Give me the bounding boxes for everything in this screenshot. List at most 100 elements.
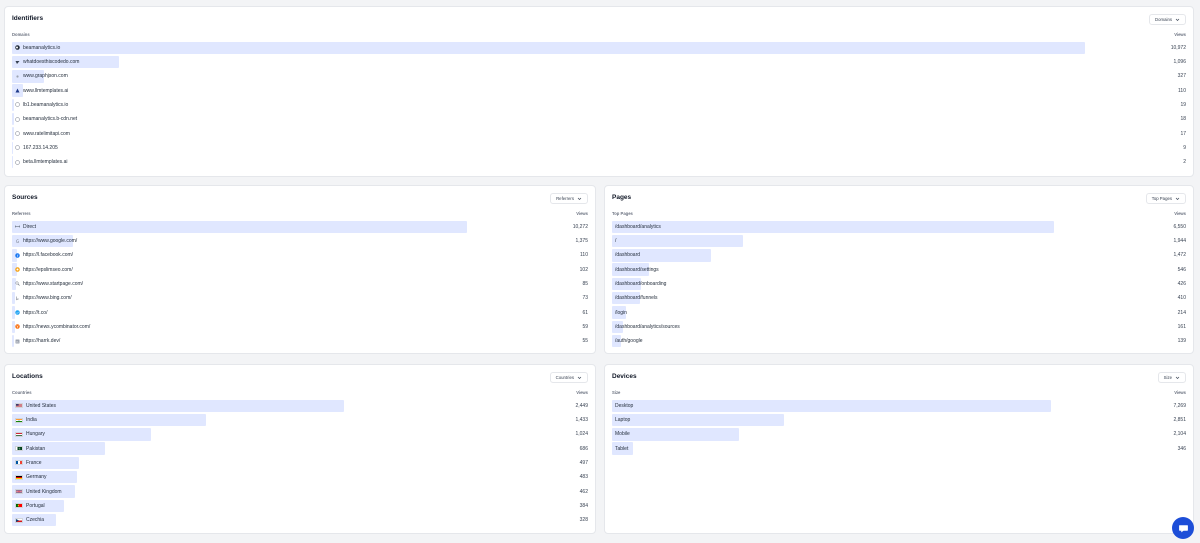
hu-flag-icon (15, 431, 23, 437)
locations-col-countries: Countries (12, 390, 32, 395)
sources-row-label: Direct (23, 223, 37, 230)
locations-row[interactable]: Germany 483 (12, 470, 588, 484)
identifiers-row[interactable]: beamanalytics.b-cdn.net 18 (12, 112, 1186, 126)
pages-row[interactable]: /dashboard/funnels 410 (612, 291, 1186, 305)
devices-dropdown[interactable]: Size (1157, 372, 1186, 383)
locations-row-label-group: France (15, 456, 42, 470)
pages-row[interactable]: /dashboard/analytics/sources 161 (612, 320, 1186, 334)
identifiers-row[interactable]: beamanalytics.io 10,972 (12, 41, 1186, 55)
sources-row-label: https://epslimseo.com/ (23, 266, 73, 273)
pages-row[interactable]: /dashboard 1,472 (612, 249, 1186, 263)
pages-row-label: /auth/google (615, 338, 643, 345)
identifiers-row-label: beta.llmtemplates.ai (23, 159, 68, 166)
sources-row-label-group: https://t.co/ (15, 306, 47, 320)
sources-row-label-group: f https://l.facebook.com/ (15, 249, 73, 263)
chat-button[interactable] (1172, 517, 1194, 539)
pages-row[interactable]: /dashboard/settings 546 (612, 263, 1186, 277)
identifiers-row-label-group: whatdoesthiscodedo.com (15, 55, 79, 69)
identifiers-row-bar (12, 141, 13, 155)
globe-icon (15, 145, 20, 151)
sources-dropdown[interactable]: Referrers (550, 193, 588, 204)
pages-col-top-pages: Top Pages (612, 211, 633, 216)
sources-row-value: 59 (582, 323, 588, 330)
identifiers-row-value: 110 (1178, 87, 1186, 94)
identifiers-dropdown[interactable]: Domains (1149, 14, 1186, 25)
identifiers-row-bar (12, 127, 14, 140)
identifiers-row[interactable]: www.llmtemplates.ai 110 (12, 84, 1186, 98)
locations-row[interactable]: United States 2,449 (12, 399, 588, 413)
locations-row[interactable]: France 497 (12, 456, 588, 470)
devices-row[interactable]: Tablet 346 (612, 442, 1186, 456)
identifiers-row-label: 167.233.14.205 (23, 144, 58, 151)
pages-row[interactable]: / 1,944 (612, 234, 1186, 248)
pages-row-label-group: /dashboard/onboarding (615, 277, 666, 291)
devices-row-label: Tablet (615, 445, 629, 452)
pages-row[interactable]: /dashboard/onboarding 426 (612, 277, 1186, 291)
locations-row-value: 497 (579, 459, 588, 466)
pages-row-value: 546 (1177, 266, 1186, 273)
locations-row[interactable]: Portugal 384 (12, 499, 588, 513)
identifiers-row-value: 9 (1183, 144, 1186, 151)
sources-row[interactable]: https://www.bing.com/73 (12, 291, 588, 305)
locations-row[interactable]: India 1,433 (12, 413, 588, 427)
pages-row-label-group: / (615, 234, 616, 248)
llmtemplates-logo-icon (15, 88, 20, 93)
identifiers-row[interactable]: beta.llmtemplates.ai 2 (12, 155, 1186, 169)
pt-flag-icon (15, 503, 23, 509)
identifiers-row-label: www.ratelimitapi.com (23, 130, 70, 137)
identifiers-row-label: www.graphjson.com (23, 73, 68, 80)
identifiers-row[interactable]: www.graphjson.com 327 (12, 70, 1186, 84)
identifiers-row-label-group: www.llmtemplates.ai (15, 84, 68, 98)
locations-column-header: Countries Views (12, 390, 588, 395)
pages-row[interactable]: /login 214 (612, 306, 1186, 320)
sources-col-views: Views (576, 211, 588, 216)
devices-row[interactable]: Laptop 2,851 (612, 413, 1186, 427)
pages-row[interactable]: /dashboard/analytics 6,550 (612, 220, 1186, 234)
locations-row-label: Germany (26, 474, 47, 481)
locations-row[interactable]: Czechia 328 (12, 513, 588, 527)
sources-row[interactable]: https://www.startpage.com/85 (12, 277, 588, 291)
sources-row-label: https://www.google.com/ (23, 238, 78, 245)
pages-row[interactable]: /auth/google 139 (612, 334, 1186, 348)
devices-row-value: 7,269 (1173, 402, 1186, 409)
beam-logo-icon (15, 45, 20, 50)
startpage-icon (15, 281, 20, 287)
pages-col-views: Views (1174, 211, 1186, 216)
pages-row-label-group: /dashboard/analytics/sources (615, 320, 680, 334)
identifiers-row[interactable]: 167.233.14.205 9 (12, 141, 1186, 155)
sources-row[interactable]: Direct 10,272 (12, 220, 588, 234)
sources-row-label: https://www.startpage.com/ (23, 280, 84, 287)
globe-icon (15, 102, 20, 108)
locations-row[interactable]: United Kingdom 462 (12, 485, 588, 499)
pages-row-bar (612, 220, 1055, 233)
locations-dropdown[interactable]: Countries (549, 372, 588, 383)
identifiers-list: beamanalytics.io 10,972 whatdoesthiscodedo… (12, 41, 1186, 170)
sources-row-label-group: Ghttps://www.google.com/ (15, 234, 77, 248)
locations-row[interactable]: Hungary 1,024 (12, 428, 588, 442)
devices-row[interactable]: Desktop 7,269 (612, 399, 1186, 413)
identifiers-row-value: 10,972 (1170, 44, 1186, 51)
sources-row-label: https://harrk.dev/ (23, 338, 61, 345)
pages-dropdown[interactable]: Top Pages (1145, 193, 1186, 204)
identifiers-row-label: lb1.beamanalytics.io (23, 101, 69, 108)
sources-card: Sources Referrers Referrers Views Direct… (4, 185, 596, 354)
harrk-icon: h (15, 339, 20, 343)
sources-row-value: 85 (582, 280, 588, 287)
locations-row-value: 686 (579, 445, 588, 452)
sources-row[interactable]: https://epslimseo.com/102 (12, 263, 588, 277)
sources-row[interactable]: f https://l.facebook.com/110 (12, 249, 588, 263)
chevron-down-icon (1175, 197, 1180, 200)
sources-row[interactable]: Yhttps://news.ycombinator.com/59 (12, 320, 588, 334)
identifiers-row[interactable]: www.ratelimitapi.com 17 (12, 127, 1186, 141)
devices-row[interactable]: Mobile 2,104 (612, 428, 1186, 442)
sources-row[interactable]: Ghttps://www.google.com/1,375 (12, 234, 588, 248)
identifiers-row[interactable]: lb1.beamanalytics.io 19 (12, 98, 1186, 112)
sources-row[interactable]: https://t.co/61 (12, 306, 588, 320)
sources-row[interactable]: h https://harrk.dev/55 (12, 334, 588, 348)
devices-column-header: Views Size Views (612, 390, 1186, 395)
devices-row-label-group: Mobile (615, 428, 630, 442)
identifiers-row-label-group: www.graphjson.com (15, 70, 68, 84)
identifiers-row[interactable]: whatdoesthiscodedo.com 1,096 (12, 55, 1186, 69)
locations-row[interactable]: Pakistan 686 (12, 442, 588, 456)
sources-title: Sources (12, 194, 38, 201)
